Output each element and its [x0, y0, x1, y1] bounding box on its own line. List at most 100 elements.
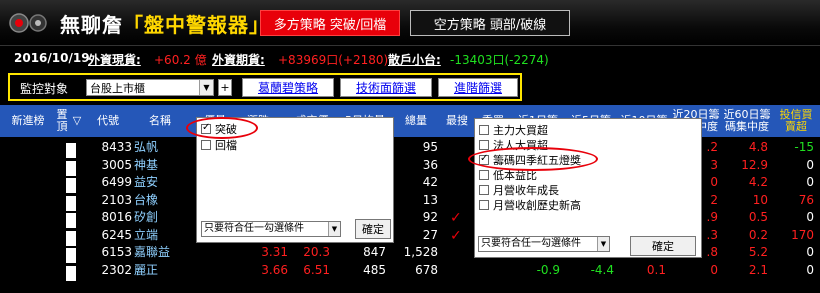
cell-c4: 95 — [422, 140, 438, 154]
match-mode-select[interactable]: 只要符合任一勾選條件 ▼ — [201, 221, 341, 237]
sort-arrow-icon[interactable]: ▽ — [70, 105, 84, 137]
option-revenue-growth[interactable]: 月營收年成長 — [479, 183, 559, 197]
checkbox-icon[interactable] — [201, 140, 211, 150]
cell-v6: 0 — [806, 262, 814, 277]
stock-code: 2103 — [101, 192, 132, 207]
stock-code: 6245 — [101, 227, 132, 242]
cell-v6: -15 — [794, 140, 814, 154]
confirm-button[interactable]: 確定 — [630, 236, 696, 256]
monitor-target-label: 監控對象 — [20, 82, 69, 96]
highlight-circle — [468, 147, 598, 171]
cell-v6: 170 — [791, 227, 814, 242]
foreign-spot-value: +60.2 億 — [154, 53, 207, 67]
match-mode-value: 只要符合任一勾選條件 — [481, 238, 581, 249]
chevron-down-icon: ▼ — [597, 237, 609, 251]
cell-v3: 0.1 — [646, 262, 666, 277]
cell-c4: 42 — [422, 175, 438, 189]
title-bar: 無聊詹「盤中警報器」 多方策略 突破/回檔 空方策略 頭部/破線 — [0, 0, 820, 46]
stock-name[interactable]: 神基 — [134, 158, 158, 173]
highlight-circle — [186, 117, 258, 139]
cell-v5: 0.2 — [748, 227, 768, 242]
col-new-tracking[interactable]: 新進榜 — [8, 105, 48, 137]
table-row[interactable]: 2302 麗正 3.66 6.51 485 678 -0.9 -4.4 0.1 0 2.1 0 — [0, 262, 820, 281]
date-text: 2016/10/19 — [14, 51, 90, 65]
stock-name[interactable]: 台橡 — [134, 193, 158, 208]
stock-code: 2302 — [101, 262, 132, 277]
cell-v6: 0 — [806, 210, 814, 224]
confirm-button[interactable]: 確定 — [355, 219, 391, 239]
cell-v5: 10 — [752, 192, 768, 207]
app-title: 無聊詹「盤中警報器」 — [60, 9, 270, 38]
col-chip60[interactable]: 近60日籌 碼集中度 — [722, 105, 772, 137]
cell-c2: 20.3 — [303, 245, 330, 259]
technical-filter-button[interactable]: 技術面篩選 — [340, 78, 432, 97]
retail-label[interactable]: 散戶小台: — [388, 51, 441, 68]
cell-c4: 13 — [422, 192, 438, 207]
option-main-force[interactable]: 主力大買超 — [479, 123, 548, 137]
advanced-filter-button[interactable]: 進階篩選 — [438, 78, 518, 97]
stock-name[interactable]: 嘉聯益 — [134, 245, 170, 260]
stock-name[interactable]: 麗正 — [134, 263, 158, 278]
stock-name[interactable]: 弘帆 — [134, 140, 158, 155]
checkbox-icon[interactable] — [479, 125, 489, 135]
cell-c3: 485 — [363, 262, 386, 277]
retail-value: -13403口(-2274) — [450, 53, 549, 67]
checkbox-icon[interactable] — [479, 170, 489, 180]
cell-c1: 3.66 — [261, 262, 288, 277]
chevron-down-icon: ▼ — [328, 222, 340, 236]
market-info-row: 2016/10/19 外資現貨: +60.2 億 外資期貨: +83969口(+… — [0, 46, 820, 70]
checkbox-icon[interactable] — [479, 200, 489, 210]
option-pullback[interactable]: 回檔 — [201, 138, 237, 152]
cell-v6: 0 — [806, 175, 814, 189]
cell-v5: 4.2 — [748, 175, 768, 189]
col-highest[interactable]: 最搜 — [442, 105, 472, 137]
pin-checkbox[interactable] — [66, 265, 76, 281]
cell-c1: 3.31 — [261, 245, 288, 259]
col-pin[interactable]: 置頂 — [54, 105, 70, 137]
short-strategy-button[interactable]: 空方策略 頭部/破線 — [410, 10, 570, 36]
col-investment[interactable]: 投信買 賣超 — [774, 105, 818, 137]
gaolan-strategy-button[interactable]: 葛蘭碧策略 — [242, 78, 334, 97]
checkbox-icon[interactable] — [479, 185, 489, 195]
checkbox-icon[interactable] — [479, 140, 489, 150]
stock-code: 3005 — [101, 157, 132, 172]
multi-strategy-button[interactable]: 多方策略 突破/回檔 — [260, 10, 400, 36]
app-logo-icon — [9, 13, 47, 33]
option-main-force-label: 主力大買超 — [493, 124, 548, 137]
cell-c3: 847 — [363, 245, 386, 259]
foreign-futures-label[interactable]: 外資期貨: — [212, 51, 265, 68]
check-mark-icon: ✓ — [450, 210, 462, 226]
cell-c4: 92 — [422, 210, 438, 224]
cell-c4: 678 — [415, 262, 438, 277]
chip-filter-popup: 主力大買超 法人大買超 籌碼四季紅五燈獎 低本益比 月營收年成長 月營收創歷史新… — [474, 118, 702, 258]
col-code[interactable]: 代號 — [88, 105, 128, 137]
cell-c4: 36 — [422, 157, 438, 172]
stock-name[interactable]: 矽創 — [134, 210, 158, 225]
option-revenue-high[interactable]: 月營收創歷史新高 — [479, 198, 581, 212]
cell-v5: 4.8 — [748, 140, 768, 154]
option-revenue-growth-label: 月營收年成長 — [493, 184, 559, 197]
add-target-button[interactable]: + — [218, 79, 232, 96]
stock-code: 6499 — [101, 175, 132, 189]
cell-v2: -4.4 — [590, 262, 614, 277]
stock-code: 8016 — [101, 210, 132, 224]
stock-code: 8433 — [101, 140, 132, 154]
match-mode-value: 只要符合任一勾選條件 — [204, 223, 304, 234]
stock-name[interactable]: 益安 — [134, 175, 158, 190]
stock-code: 6153 — [101, 245, 132, 259]
market-select[interactable]: 台股上市櫃 ▼ — [86, 79, 214, 96]
match-mode-select[interactable]: 只要符合任一勾選條件 ▼ — [478, 236, 610, 252]
cell-v5: 5.2 — [748, 245, 768, 259]
cell-v6: 0 — [806, 245, 814, 259]
chevron-down-icon: ▼ — [199, 80, 213, 95]
cell-v1: -0.9 — [536, 262, 560, 277]
cell-v5: 0.5 — [748, 210, 768, 224]
col-name[interactable]: 名稱 — [140, 105, 180, 137]
stock-name[interactable]: 立端 — [134, 228, 158, 243]
cell-c4: 1,528 — [403, 245, 438, 259]
option-pullback-label: 回檔 — [215, 139, 237, 152]
col-volume[interactable]: 總量 — [396, 105, 436, 137]
cell-v5: 12.9 — [741, 157, 768, 172]
market-select-value: 台股上市櫃 — [90, 82, 145, 95]
foreign-spot-label[interactable]: 外資現貨: — [88, 51, 141, 68]
